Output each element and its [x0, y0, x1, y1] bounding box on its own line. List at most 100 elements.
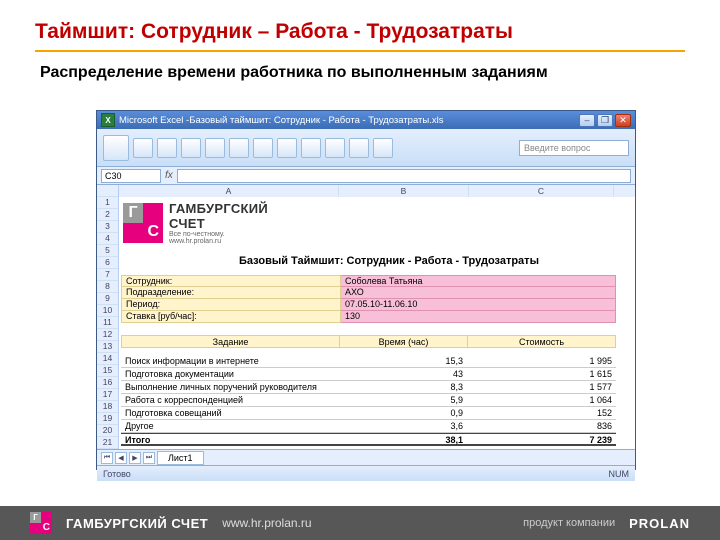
cell-cost: 1 577: [467, 381, 616, 393]
chart-button[interactable]: [349, 138, 369, 158]
row-header[interactable]: 9: [97, 293, 118, 305]
tab-nav-next[interactable]: ▶: [129, 452, 141, 464]
slide-footer: Г С ГАМБУРГСКИЙ СЧЕТ www.hr.prolan.ru пр…: [0, 506, 720, 540]
row-header[interactable]: 15: [97, 365, 118, 377]
print-button[interactable]: [157, 138, 177, 158]
slide-subtitle: Распределение времени работника по выпол…: [0, 64, 720, 96]
meta-label: Сотрудник:: [121, 275, 341, 287]
name-box[interactable]: C30: [101, 169, 161, 183]
table-row[interactable]: Работа с корреспонденцией5,91 064: [121, 394, 616, 407]
cell-cost: 1 615: [467, 368, 616, 380]
column-headers[interactable]: A B C: [119, 185, 635, 197]
row-header[interactable]: 1: [97, 197, 118, 209]
meta-label: Ставка [руб/час]:: [121, 311, 341, 323]
row-header[interactable]: 19: [97, 413, 118, 425]
cell-task: Работа с корреспонденцией: [121, 394, 339, 406]
total-hours: 38,1: [339, 434, 467, 444]
redo-button[interactable]: [205, 138, 225, 158]
row-header[interactable]: 13: [97, 341, 118, 353]
tab-nav-prev[interactable]: ◀: [115, 452, 127, 464]
footer-company-brand: PROLAN: [629, 516, 690, 531]
formula-input[interactable]: [177, 169, 631, 183]
row-header[interactable]: 14: [97, 353, 118, 365]
status-ready: Готово: [103, 469, 131, 479]
window-title-filename: Базовый таймшит: Сотрудник - Работа - Тр…: [189, 115, 443, 126]
table-row[interactable]: Поиск информации в интернете15,31 995: [121, 355, 616, 368]
col-header-c[interactable]: C: [469, 185, 614, 197]
row-header[interactable]: 20: [97, 425, 118, 437]
paste-button[interactable]: [277, 138, 297, 158]
row-header[interactable]: 8: [97, 281, 118, 293]
logo-tagline-1: Все по-честному.: [169, 231, 268, 238]
cell-hours: 3,6: [339, 420, 467, 432]
cell-hours: 5,9: [339, 394, 467, 406]
meta-row: Сотрудник:Соболева Татьяна: [121, 275, 616, 287]
formula-bar: C30 fx: [97, 167, 635, 185]
maximize-button[interactable]: ❐: [597, 114, 613, 127]
row-header[interactable]: 7: [97, 269, 118, 281]
row-header[interactable]: 17: [97, 389, 118, 401]
cell-hours: 43: [339, 368, 467, 380]
meta-label: Период:: [121, 299, 341, 311]
excel-window: X Microsoft Excel - Базовый таймшит: Сот…: [96, 110, 636, 470]
table-row[interactable]: Подготовка совещаний0,9152: [121, 407, 616, 420]
report-meta: Сотрудник:Соболева ТатьянаПодразделение:…: [121, 275, 616, 323]
copy-button[interactable]: [253, 138, 273, 158]
cell-hours: 15,3: [339, 355, 467, 367]
row-header[interactable]: 18: [97, 401, 118, 413]
cell-hours: 0,9: [339, 407, 467, 419]
col-header-b[interactable]: B: [339, 185, 469, 197]
logo-name-2: СЧЕТ: [169, 216, 205, 231]
row-header[interactable]: 12: [97, 329, 118, 341]
undo-button[interactable]: [181, 138, 201, 158]
slide-title: Таймшит: Сотрудник – Работа - Трудозатра…: [0, 0, 720, 50]
brand-logo: Г С ГАМБУРГСКИЙ СЧЕТ Все по-честному. ww…: [123, 201, 268, 245]
close-button[interactable]: ✕: [615, 114, 631, 127]
col-header-a[interactable]: A: [119, 185, 339, 197]
filter-button[interactable]: [325, 138, 345, 158]
row-header[interactable]: 16: [97, 377, 118, 389]
minimize-button[interactable]: –: [579, 114, 595, 127]
window-title-prefix: Microsoft Excel -: [119, 115, 189, 126]
window-titlebar[interactable]: X Microsoft Excel - Базовый таймшит: Сот…: [97, 111, 635, 129]
sheet-tab[interactable]: Лист1: [157, 451, 204, 465]
cell-cost: 1 995: [467, 355, 616, 367]
save-button[interactable]: [133, 138, 153, 158]
footer-brand-name: ГАМБУРГСКИЙ СЧЕТ: [66, 516, 208, 531]
row-header[interactable]: 21: [97, 437, 118, 449]
row-header[interactable]: 3: [97, 221, 118, 233]
row-header[interactable]: 4: [97, 233, 118, 245]
toolbar: Введите вопрос: [97, 129, 635, 167]
sort-button[interactable]: [301, 138, 321, 158]
tab-nav-last[interactable]: ⏭: [143, 452, 155, 464]
total-task: Итого: [121, 434, 339, 444]
meta-value: Соболева Татьяна: [341, 275, 616, 287]
tab-nav-first[interactable]: ⏮: [101, 452, 113, 464]
total-cost: 7 239: [467, 434, 616, 444]
meta-value: 130: [341, 311, 616, 323]
row-header[interactable]: 5: [97, 245, 118, 257]
row-header[interactable]: 10: [97, 305, 118, 317]
logo-url: www.hr.prolan.ru: [169, 238, 268, 245]
task-table-body: Поиск информации в интернете15,31 995Под…: [121, 355, 616, 446]
cut-button[interactable]: [229, 138, 249, 158]
table-row[interactable]: Подготовка документации431 615: [121, 368, 616, 381]
cell-hours: 8,3: [339, 381, 467, 393]
zoom-button[interactable]: [373, 138, 393, 158]
table-row[interactable]: Другое3,6836: [121, 420, 616, 433]
meta-label: Подразделение:: [121, 287, 341, 299]
office-button[interactable]: [103, 135, 129, 161]
help-search-input[interactable]: Введите вопрос: [519, 140, 629, 156]
table-row-total: Итого38,17 239: [121, 433, 616, 446]
cell-task: Поиск информации в интернете: [121, 355, 339, 367]
th-cost: Стоимость: [468, 336, 615, 347]
table-row[interactable]: Выполнение личных поручений руководителя…: [121, 381, 616, 394]
row-headers[interactable]: 12345678910111213141516171819202122: [97, 185, 119, 449]
row-header[interactable]: 6: [97, 257, 118, 269]
worksheet[interactable]: A B C 1234567891011121314151617181920212…: [97, 185, 635, 449]
cell-task: Подготовка документации: [121, 368, 339, 380]
cells-area[interactable]: Г С ГАМБУРГСКИЙ СЧЕТ Все по-честному. ww…: [119, 197, 635, 449]
row-header[interactable]: 11: [97, 317, 118, 329]
fx-icon[interactable]: fx: [165, 170, 173, 181]
row-header[interactable]: 2: [97, 209, 118, 221]
